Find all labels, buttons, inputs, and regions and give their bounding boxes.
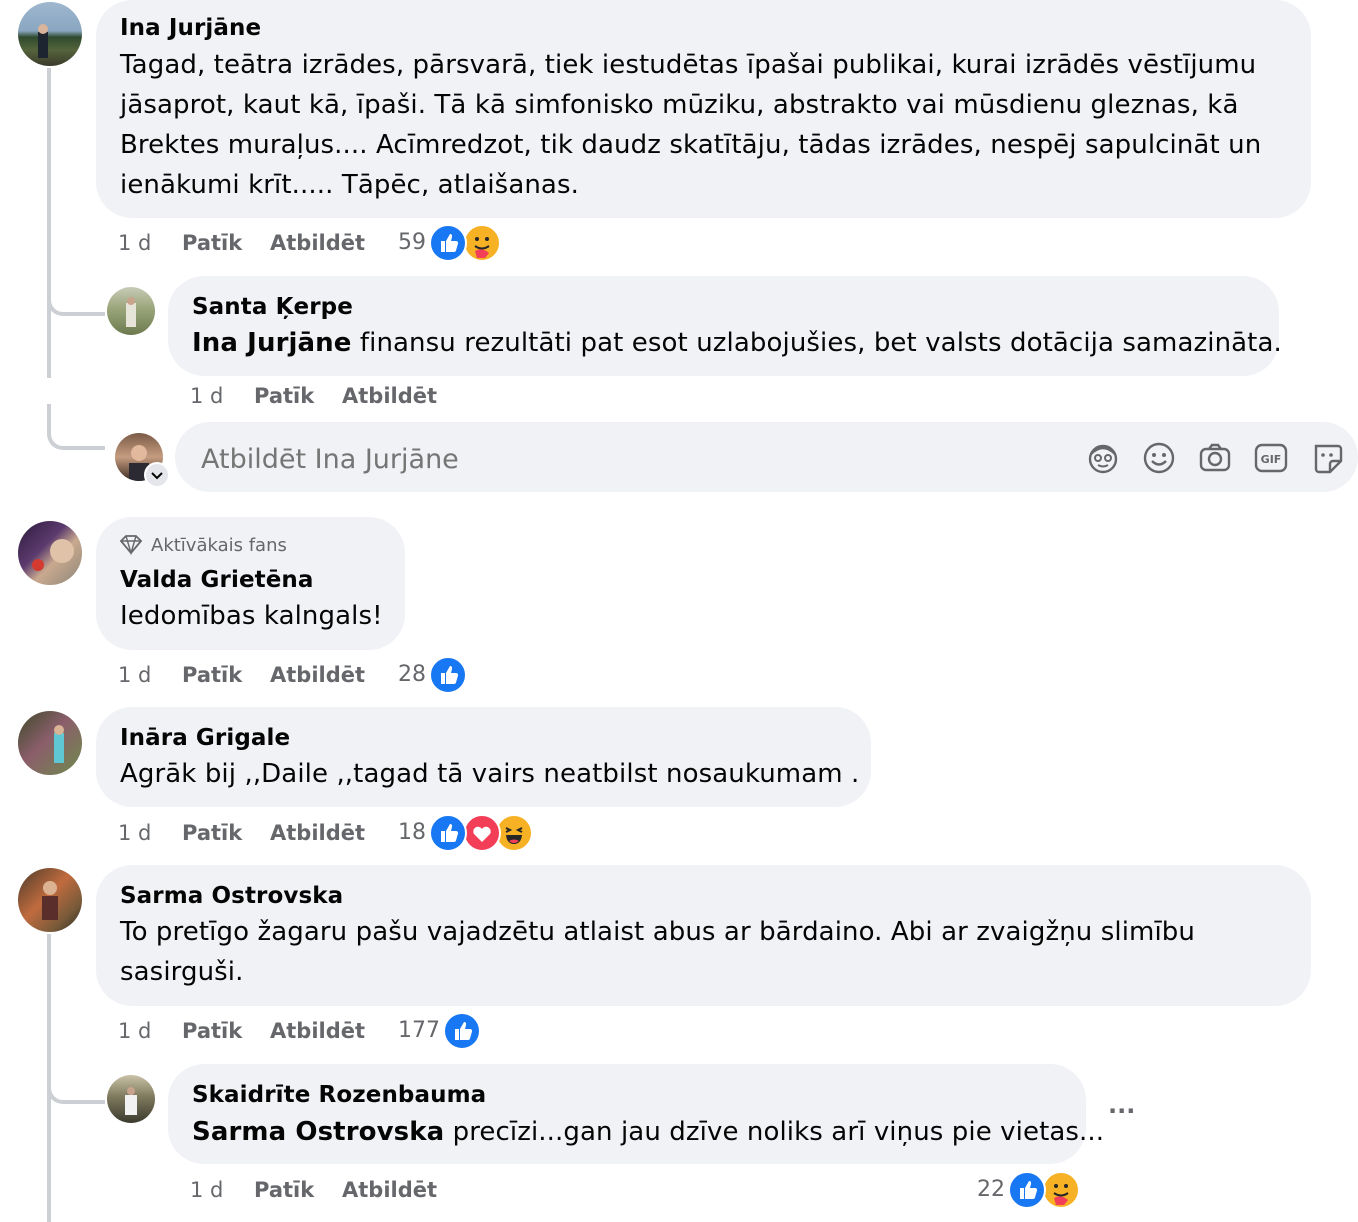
comment-author[interactable]: Ināra Grigale: [120, 725, 290, 751]
reply-time[interactable]: 1 d: [190, 384, 223, 408]
avatar[interactable]: [18, 868, 82, 932]
comment-author[interactable]: Sarma Ostrovska: [120, 883, 343, 909]
mention-link[interactable]: Sarma Ostrovska: [192, 1117, 444, 1147]
comment-time[interactable]: 1 d: [118, 663, 151, 687]
reaction-count[interactable]: 22: [977, 1177, 1005, 1202]
reply-button[interactable]: Atbildēt: [342, 384, 437, 408]
reply-text-body: precīzi...gan jau dzīve noliks arī viņus…: [444, 1117, 1105, 1147]
reply-button[interactable]: Atbildēt: [270, 231, 365, 255]
gif-icon[interactable]: GIF: [1253, 440, 1289, 476]
like-button[interactable]: Patīk: [254, 1178, 314, 1202]
reply-author[interactable]: Santa Ķerpe: [192, 294, 353, 320]
care-icon[interactable]: [1042, 1171, 1080, 1209]
comment-author[interactable]: Ina Jurjāne: [120, 15, 261, 41]
thread-branch: [47, 404, 105, 450]
camera-icon[interactable]: [1197, 440, 1233, 476]
avatar[interactable]: [107, 287, 155, 335]
like-icon[interactable]: [429, 814, 467, 852]
avatar[interactable]: [18, 2, 82, 66]
comment-text: Tagad, teātra izrādes, pārsvarā, tiek ie…: [120, 50, 1262, 200]
avatar-photo: [38, 24, 48, 58]
comment-text: To pretīgo žagaru pašu vajadzētu atlaist…: [120, 917, 1195, 987]
reaction-count[interactable]: 18: [398, 820, 426, 845]
comment-time[interactable]: 1 d: [118, 1019, 151, 1043]
reaction-count[interactable]: 28: [398, 662, 426, 687]
comment-author[interactable]: Valda Grietēna: [120, 567, 314, 593]
like-icon[interactable]: [443, 1012, 481, 1050]
mention-link[interactable]: Ina Jurjāne: [192, 328, 352, 358]
more-options-icon[interactable]: ···: [1108, 1097, 1135, 1125]
like-button[interactable]: Patīk: [254, 384, 314, 408]
avatar[interactable]: [18, 521, 82, 585]
reply-button[interactable]: Atbildēt: [342, 1178, 437, 1202]
reply-text: Sarma Ostrovska precīzi...gan jau dzīve …: [192, 1112, 1104, 1152]
avatar[interactable]: [18, 711, 82, 775]
comment-time[interactable]: 1 d: [118, 231, 151, 255]
chevron-down-icon[interactable]: [144, 462, 170, 488]
reply-button[interactable]: Atbildēt: [270, 821, 365, 845]
like-icon[interactable]: [429, 224, 467, 262]
thread-branch: [47, 270, 105, 316]
avatar-photo: [126, 297, 136, 327]
care-icon[interactable]: [463, 224, 501, 262]
svg-text:GIF: GIF: [1261, 453, 1282, 466]
like-button[interactable]: Patīk: [182, 663, 242, 687]
reply-text: Ina Jurjāne finansu rezultāti pat esot u…: [192, 323, 1282, 363]
diamond-icon: [119, 535, 143, 556]
like-icon[interactable]: [429, 656, 467, 694]
avatar-photo: [54, 725, 64, 763]
reaction-count[interactable]: 59: [398, 230, 426, 255]
top-fan-badge[interactable]: Aktīvākais fans: [151, 535, 287, 556]
comment-text: Agrāk bij ,,Daile ,,tagad tā vairs neatb…: [120, 759, 860, 789]
reply-button[interactable]: Atbildēt: [270, 663, 365, 687]
reply-time[interactable]: 1 d: [190, 1178, 223, 1202]
reaction-count[interactable]: 177: [398, 1018, 440, 1043]
avatar-photo: [125, 1087, 137, 1115]
reply-input[interactable]: [199, 440, 1063, 478]
comment-text: Iedomības kalngals!: [120, 601, 383, 631]
sticker-icon[interactable]: [1309, 440, 1345, 476]
reply-button[interactable]: Atbildēt: [270, 1019, 365, 1043]
love-icon[interactable]: [463, 814, 501, 852]
avatar[interactable]: [107, 1075, 155, 1123]
like-button[interactable]: Patīk: [182, 821, 242, 845]
like-button[interactable]: Patīk: [182, 1019, 242, 1043]
avatar-sticker-icon[interactable]: [1085, 440, 1121, 476]
emoji-icon[interactable]: [1141, 440, 1177, 476]
comment-time[interactable]: 1 d: [118, 821, 151, 845]
like-icon[interactable]: [1008, 1171, 1046, 1209]
thread-line: [47, 68, 51, 378]
avatar-photo: [42, 881, 58, 920]
like-button[interactable]: Patīk: [182, 231, 242, 255]
thread-branch: [47, 1058, 105, 1104]
reply-text-body: finansu rezultāti pat esot uzlabojušies,…: [351, 328, 1282, 358]
avatar-photo: [32, 539, 74, 571]
reply-author[interactable]: Skaidrīte Rozenbauma: [192, 1082, 486, 1108]
